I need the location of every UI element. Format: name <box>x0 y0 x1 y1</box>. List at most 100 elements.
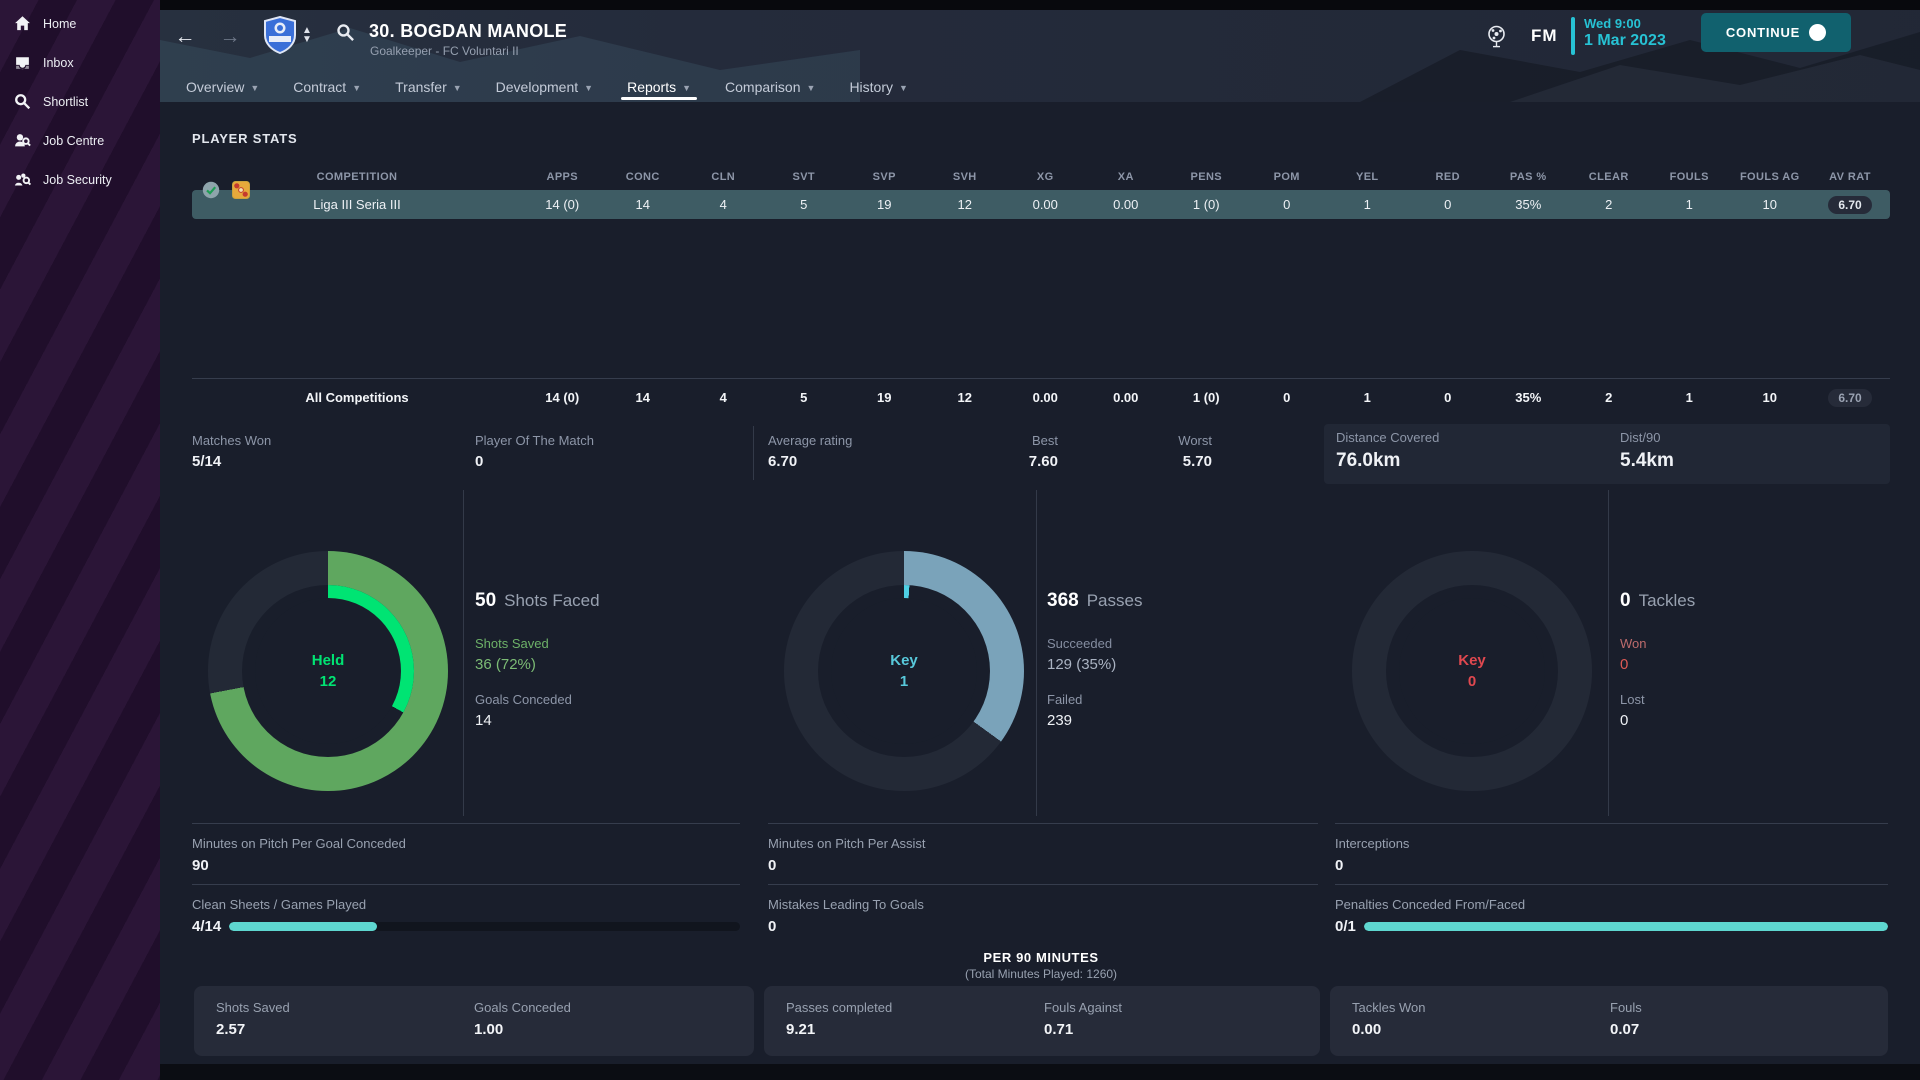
column-header[interactable]: SVT <box>764 171 845 183</box>
column-header[interactable]: YEL <box>1327 171 1408 183</box>
column-header[interactable]: AV RAT <box>1810 171 1890 183</box>
stat-cell: 5 <box>764 390 845 405</box>
column-header[interactable]: APPS <box>522 171 603 183</box>
club-badge-selector[interactable]: ▲▼ <box>263 16 312 54</box>
saves-donut-chart: Held 12 <box>208 551 448 791</box>
stat-cell: 0.00 <box>1086 197 1167 212</box>
per90-title: PER 90 MINUTES <box>192 950 1890 965</box>
tab-history[interactable]: History▼ <box>847 72 909 102</box>
column-header[interactable]: XA <box>1086 171 1167 183</box>
tab-transfer[interactable]: Transfer▼ <box>393 72 464 102</box>
inbox-icon <box>14 54 31 71</box>
sidebar-item-shortlist[interactable]: Shortlist <box>0 82 160 121</box>
column-header[interactable]: PENS <box>1166 171 1247 183</box>
donut-center-text: Held 12 <box>312 650 345 692</box>
stat-cell: 12 <box>925 197 1006 212</box>
column-header[interactable]: XG <box>1005 171 1086 183</box>
tab-reports[interactable]: Reports▼ <box>625 72 693 102</box>
stat-cell: 1 (0) <box>1166 390 1247 405</box>
stat-cell: 14 <box>603 390 684 405</box>
sidebar-item-inbox[interactable]: Inbox <box>0 43 160 82</box>
sidebar-item-label: Job Centre <box>43 134 104 148</box>
top-strip <box>160 0 1920 10</box>
sidebar-item-job-security[interactable]: Job Security <box>0 160 160 199</box>
stat-cell: 14 <box>603 197 684 212</box>
column-header[interactable]: SVH <box>925 171 1006 183</box>
column-header[interactable]: SVP <box>844 171 925 183</box>
home-icon <box>14 15 31 32</box>
stat-cell: 14 (0) <box>522 197 603 212</box>
chevron-down-icon: ▼ <box>250 83 259 93</box>
penalties-conceded-faced: Penalties Conceded From/Faced 0/1 <box>1335 884 1888 935</box>
chevron-down-icon: ▼ <box>584 83 593 93</box>
column-header[interactable]: POM <box>1247 171 1328 183</box>
tab-bar: Overview▼ Contract▼ Transfer▼ Developmen… <box>184 72 910 102</box>
chevron-down-icon: ▼ <box>352 83 361 93</box>
header-right: FM Wed 9:00 1 Mar 2023 CONTINUE ❯ <box>1504 10 1904 68</box>
column-header[interactable]: CONC <box>603 171 684 183</box>
per90-panel-passing: Passes completed9.21 Fouls Against0.71 <box>764 986 1320 1056</box>
competition-row[interactable]: Liga III Seria III 14 (0) 14 4 5 19 12 0… <box>192 190 1890 219</box>
tab-development[interactable]: Development▼ <box>494 72 595 102</box>
all-competitions-row: All Competitions 14 (0) 14 4 5 19 12 0.0… <box>192 378 1890 416</box>
mistakes-leading-to-goals: Mistakes Leading To Goals 0 <box>768 884 1318 935</box>
summary-band: Matches Won 5/14 Player Of The Match 0 A… <box>192 424 1890 484</box>
summary-divider <box>753 426 754 480</box>
donut-center-text: Key 0 <box>1458 650 1486 692</box>
column-header[interactable]: CLN <box>683 171 764 183</box>
clean-sheets-games-played: Clean Sheets / Games Played 4/14 <box>192 884 740 935</box>
club-badge-icon <box>263 16 297 54</box>
penalties-progress-bar <box>1364 922 1888 931</box>
tab-overview[interactable]: Overview▼ <box>184 72 261 102</box>
section-divider <box>1608 490 1609 816</box>
stat-cell: 10 <box>1730 197 1811 212</box>
summary-dist-per-90: Dist/90 5.4km <box>1620 430 1674 472</box>
date-accent-bar <box>1571 17 1575 55</box>
tackles-stats: 0Tackles Won0 Lost0 <box>1620 590 1695 748</box>
per90-subtitle: (Total Minutes Played: 1260) <box>192 967 1890 981</box>
summary-best: Best 7.60 <box>878 433 1058 470</box>
donut-center-text: Key 1 <box>890 650 918 692</box>
stat-cell: 0 <box>1247 390 1328 405</box>
stat-cell: 35% <box>1488 390 1569 405</box>
game-date: 1 Mar 2023 <box>1584 32 1666 50</box>
badge-chevrons-icon: ▲▼ <box>302 26 312 44</box>
tackles-chart-section: Key 0 0Tackles Won0 Lost0 <box>1330 490 1890 816</box>
column-header[interactable]: FOULS AG <box>1730 171 1811 183</box>
job-centre-icon <box>14 132 31 149</box>
fm-logo[interactable]: FM <box>1531 26 1558 46</box>
charts-row: Held 12 50Shots Faced Shots Saved36 (72%… <box>192 490 1890 816</box>
player-stats-heading: PLAYER STATS <box>192 131 297 146</box>
sidebar-item-home[interactable]: Home <box>0 4 160 43</box>
column-header[interactable]: RED <box>1408 171 1489 183</box>
sidebar: Home Inbox Shortlist Job Centre Job Secu… <box>0 0 160 1080</box>
average-rating-badge: 6.70 <box>1828 196 1871 214</box>
stat-cell: 0.00 <box>1086 390 1167 405</box>
mins-per-assist: Minutes on Pitch Per Assist 0 <box>768 823 1318 874</box>
column-header[interactable]: CLEAR <box>1569 171 1650 183</box>
continue-button[interactable]: CONTINUE ❯ <box>1701 13 1851 52</box>
globe-icon[interactable] <box>1487 25 1506 53</box>
column-header[interactable]: FOULS <box>1649 171 1730 183</box>
stat-cell: 2 <box>1569 390 1650 405</box>
stat-cell: 14 (0) <box>522 390 603 405</box>
tab-contract[interactable]: Contract▼ <box>291 72 363 102</box>
total-label: All Competitions <box>192 390 522 405</box>
fm-player-stats-screen: Home Inbox Shortlist Job Centre Job Secu… <box>0 0 1920 1080</box>
header: ← → ▲▼ 30. BOGDAN MANOLE Goalkeeper - FC… <box>160 10 1920 102</box>
column-header[interactable]: PAS % <box>1488 171 1569 183</box>
tab-comparison[interactable]: Comparison▼ <box>723 72 817 102</box>
forward-arrow-button[interactable]: → <box>215 22 245 52</box>
player-role-club: Goalkeeper - FC Voluntari II <box>370 44 519 58</box>
sidebar-item-job-centre[interactable]: Job Centre <box>0 121 160 160</box>
passes-chart-section: Key 1 368Passes Succeeded129 (35%) Faile… <box>760 490 1330 816</box>
sidebar-item-label: Job Security <box>43 173 112 187</box>
stat-cell: 1 <box>1649 197 1730 212</box>
summary-average-rating: Average rating 6.70 <box>768 433 852 470</box>
search-icon[interactable] <box>336 23 355 47</box>
stat-cell: 5 <box>764 197 845 212</box>
stat-cell: 4 <box>683 197 764 212</box>
chevron-down-icon: ▼ <box>453 83 462 93</box>
back-arrow-button[interactable]: ← <box>170 22 200 52</box>
sidebar-item-label: Shortlist <box>43 95 88 109</box>
